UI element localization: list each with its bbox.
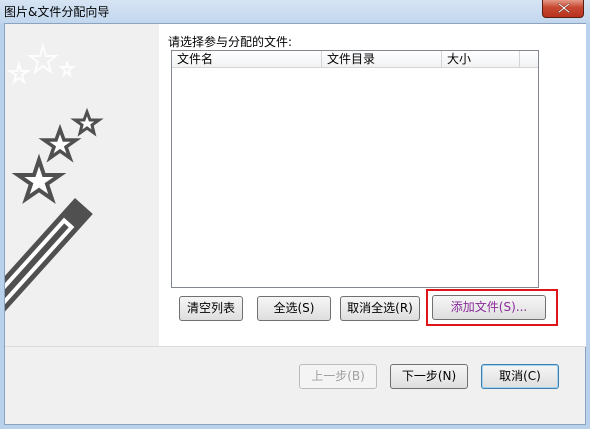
back-button[interactable]: 上一步(B) bbox=[299, 364, 377, 389]
file-list[interactable]: 文件名 文件目录 大小 bbox=[171, 50, 539, 288]
content-panel: 请选择参与分配的文件: 文件名 文件目录 大小 清空列表 全选(S) 取消全选(… bbox=[159, 24, 586, 346]
close-icon bbox=[558, 3, 570, 13]
clear-list-button[interactable]: 清空列表 bbox=[179, 296, 243, 321]
file-selection-prompt: 请选择参与分配的文件: bbox=[168, 35, 293, 49]
wizard-window: 图片&文件分配向导 请选择参与分配的文件: 文件名 文件目录 大小 清空列表 全… bbox=[0, 0, 590, 429]
window-title: 图片&文件分配向导 bbox=[4, 5, 110, 19]
next-button[interactable]: 下一步(N) bbox=[390, 364, 468, 389]
close-button[interactable] bbox=[542, 0, 584, 18]
column-header-filename[interactable]: 文件名 bbox=[172, 51, 322, 68]
add-files-button[interactable]: 添加文件(S)... bbox=[432, 295, 546, 320]
wizard-side-graphic bbox=[5, 24, 159, 346]
file-list-header: 文件名 文件目录 大小 bbox=[172, 51, 538, 68]
column-header-directory[interactable]: 文件目录 bbox=[322, 51, 442, 68]
wizard-body: 请选择参与分配的文件: 文件名 文件目录 大小 清空列表 全选(S) 取消全选(… bbox=[4, 23, 586, 425]
column-header-size[interactable]: 大小 bbox=[442, 51, 520, 68]
magic-wand-icon bbox=[5, 42, 104, 346]
cancel-button[interactable]: 取消(C) bbox=[481, 364, 559, 389]
title-bar: 图片&文件分配向导 bbox=[0, 0, 590, 23]
deselect-all-button[interactable]: 取消全选(R) bbox=[340, 296, 420, 321]
select-all-button[interactable]: 全选(S) bbox=[257, 296, 331, 321]
column-header-filler bbox=[520, 51, 538, 68]
footer-separator bbox=[5, 346, 586, 347]
